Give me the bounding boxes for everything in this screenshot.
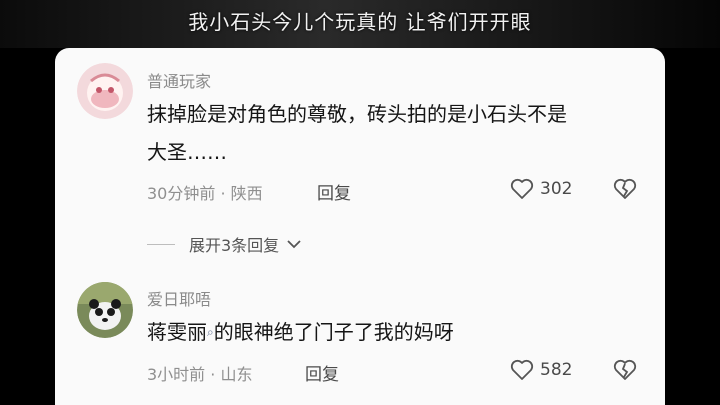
- comment-panel: 普通玩家 抹掉脸是对角色的尊敬，砖头拍的是小石头不是 大圣…… 30分钟前 · …: [55, 48, 665, 405]
- chevron-down-icon: [287, 240, 301, 249]
- reply-button[interactable]: 回复: [305, 360, 339, 385]
- heart-outline-icon: [510, 359, 534, 380]
- comment-text: 蒋雯丽⌕的眼神绝了门子了我的妈呀: [147, 313, 454, 351]
- comment-line: 大圣……: [147, 140, 227, 164]
- reply-button[interactable]: 回复: [317, 179, 351, 204]
- comment-meta: 30分钟前 · 陕西: [147, 184, 263, 203]
- comment-text: 抹掉脸是对角色的尊敬，砖头拍的是小石头不是 大圣……: [147, 95, 567, 171]
- avatar[interactable]: [77, 282, 133, 338]
- expand-label: 展开3条回复: [189, 236, 280, 255]
- comment-line: 抹掉脸是对角色的尊敬，砖头拍的是小石头不是: [147, 102, 567, 126]
- avatar[interactable]: [77, 63, 133, 119]
- like-button[interactable]: 302: [510, 178, 572, 200]
- video-subtitle: 我小石头今儿个玩真的 让爷们开开眼: [188, 10, 532, 34]
- broken-heart-icon: [613, 359, 637, 380]
- search-link[interactable]: 蒋雯丽: [147, 320, 207, 344]
- search-icon[interactable]: ⌕: [207, 325, 214, 339]
- username[interactable]: 爱日耶唔: [147, 286, 211, 310]
- dislike-button[interactable]: [613, 178, 637, 204]
- comment-line: 的眼神绝了门子了我的妈呀: [213, 320, 454, 344]
- like-button[interactable]: 582: [510, 359, 572, 381]
- expand-replies-button[interactable]: 展开3条回复: [147, 232, 301, 256]
- dislike-button[interactable]: [613, 359, 637, 385]
- like-count: 302: [540, 179, 573, 199]
- heart-outline-icon: [510, 178, 534, 199]
- username[interactable]: 普通玩家: [147, 68, 211, 92]
- broken-heart-icon: [613, 178, 637, 199]
- like-count: 582: [540, 360, 573, 380]
- comment-meta: 3小时前 · 山东: [147, 365, 253, 384]
- divider-line: [147, 243, 175, 245]
